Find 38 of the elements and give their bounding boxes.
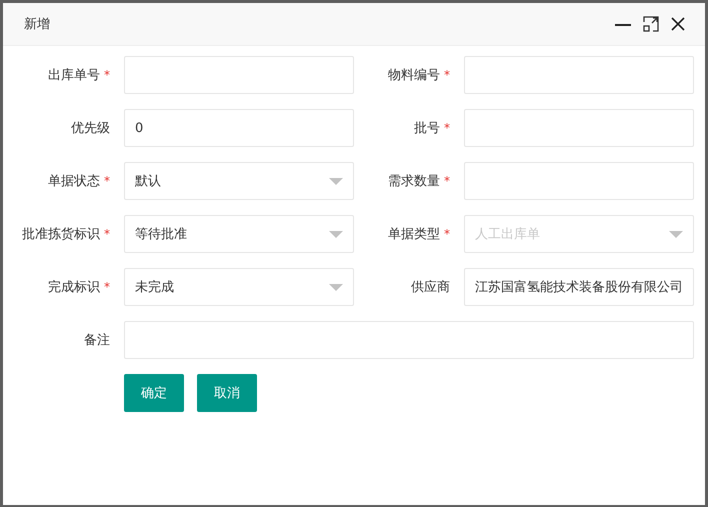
remarks-field[interactable] xyxy=(124,321,694,359)
maximize-icon[interactable] xyxy=(643,16,659,32)
field-label: 批准拣货标识 xyxy=(22,226,100,243)
input-field[interactable] xyxy=(464,56,694,94)
select-field[interactable]: 未完成 xyxy=(124,268,354,306)
required-mark: * xyxy=(444,174,450,188)
field-label: 优先级 xyxy=(71,120,110,137)
field-label: 完成标识 xyxy=(48,279,100,296)
dropdown-arrow-icon xyxy=(669,230,683,238)
dropdown-arrow-icon xyxy=(329,230,343,238)
close-icon[interactable] xyxy=(671,17,685,31)
required-mark: * xyxy=(444,227,450,241)
field-label: 需求数量 xyxy=(388,173,440,190)
required-mark: * xyxy=(104,280,110,294)
required-mark: * xyxy=(104,68,110,82)
required-mark: * xyxy=(104,227,110,241)
window-title: 新增 xyxy=(24,16,50,33)
cancel-button[interactable]: 取消 xyxy=(197,374,257,412)
field-label: 单据类型 xyxy=(388,226,440,243)
input-field[interactable]: 0 xyxy=(124,109,354,147)
field-label: 供应商 xyxy=(411,279,450,296)
required-mark: * xyxy=(444,68,450,82)
select-field[interactable]: 等待批准 xyxy=(124,215,354,253)
input-field[interactable]: 江苏国富氢能技术装备股份有限公司 xyxy=(464,268,694,306)
field-label: 备注 xyxy=(84,332,110,349)
dropdown-arrow-icon xyxy=(329,178,343,184)
required-mark: * xyxy=(104,174,110,188)
input-field[interactable] xyxy=(464,109,694,147)
input-field[interactable] xyxy=(124,56,354,94)
field-label: 出库单号 xyxy=(48,67,100,84)
input-field[interactable] xyxy=(464,162,694,200)
confirm-button[interactable]: 确定 xyxy=(124,374,184,412)
required-mark: * xyxy=(444,121,450,135)
field-label: 物料编号 xyxy=(388,67,440,84)
field-label: 单据状态 xyxy=(48,173,100,190)
select-field[interactable]: 默认 xyxy=(124,162,354,200)
dropdown-arrow-icon xyxy=(329,284,343,290)
field-label: 批号 xyxy=(414,120,440,137)
